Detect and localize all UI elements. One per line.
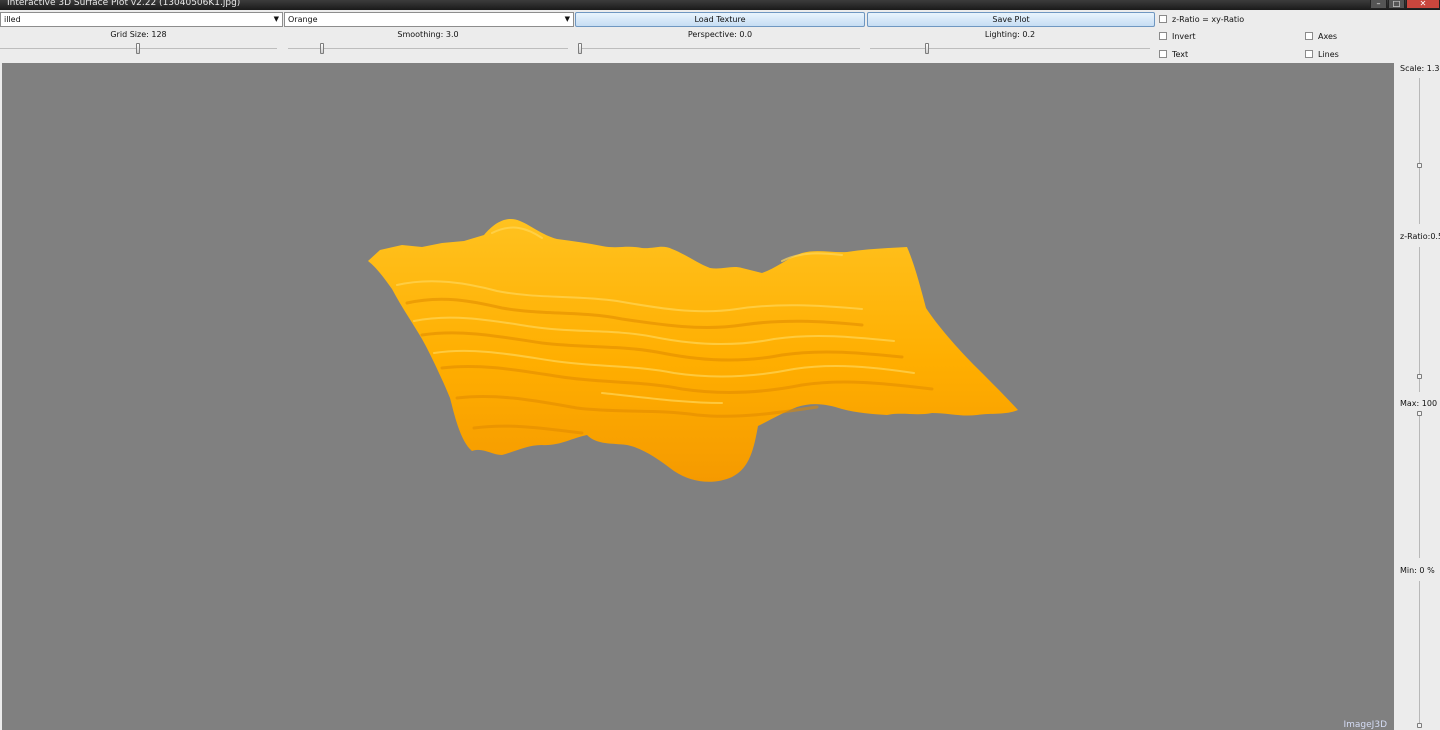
invert-label: Invert — [1172, 31, 1196, 41]
scale-slider-thumb[interactable] — [1417, 163, 1422, 168]
surface-plot[interactable] — [2, 63, 1394, 730]
scale-slider[interactable] — [1419, 78, 1420, 224]
axes-label: Axes — [1318, 31, 1338, 41]
imagej3d-brand: ImageJ3D — [1343, 720, 1388, 730]
checkbox-box[interactable] — [1159, 32, 1167, 40]
smoothing-label: Smoothing: 3.0 — [397, 30, 459, 39]
min-slider-thumb[interactable] — [1417, 723, 1422, 728]
checkbox-box[interactable] — [1159, 50, 1167, 58]
z-ratio-slider-label: z-Ratio:0.55 — [1400, 232, 1440, 241]
chevron-down-icon: ▼ — [564, 15, 570, 23]
window-title: Interactive 3D Surface Plot v2.22 (13040… — [7, 0, 241, 8]
color-select[interactable]: Orange ▼ — [284, 12, 574, 27]
text-label: Text — [1172, 49, 1189, 59]
checkbox-box[interactable] — [1159, 15, 1167, 23]
checkbox-box[interactable] — [1305, 32, 1313, 40]
maximize-icon[interactable]: □ — [1388, 0, 1405, 9]
color-value: Orange — [288, 15, 318, 24]
z-ratio-slider[interactable] — [1419, 247, 1420, 392]
save-plot-button[interactable]: Save Plot — [867, 12, 1155, 27]
display-mode-value: illed — [4, 15, 21, 24]
perspective-slider[interactable] — [580, 48, 860, 49]
min-label: Min: 0 % — [1400, 566, 1435, 575]
plot-viewport[interactable]: ImageJ3D — [2, 63, 1394, 730]
z-ratio-checkbox[interactable]: z-Ratio = xy-Ratio — [1159, 13, 1244, 25]
lighting-slider[interactable] — [870, 48, 1150, 49]
max-label: Max: 100 % — [1400, 399, 1440, 408]
display-mode-select[interactable]: illed ▼ — [0, 12, 283, 27]
checkbox-box[interactable] — [1305, 50, 1313, 58]
grid-size-label: Grid Size: 128 — [110, 30, 167, 39]
close-icon[interactable]: ✕ — [1406, 0, 1440, 9]
toolbar: illed ▼ Orange ▼ Load Texture Save Plot … — [0, 10, 1440, 62]
z-ratio-slider-thumb[interactable] — [1417, 374, 1422, 379]
window-titlebar: Interactive 3D Surface Plot v2.22 (13040… — [0, 0, 1440, 10]
max-slider-thumb[interactable] — [1417, 411, 1422, 416]
smoothing-slider[interactable] — [288, 48, 568, 49]
axes-checkbox[interactable]: Axes — [1305, 30, 1337, 42]
text-checkbox[interactable]: Text — [1159, 48, 1188, 60]
perspective-slider-thumb[interactable] — [578, 43, 582, 54]
invert-checkbox[interactable]: Invert — [1159, 30, 1196, 42]
perspective-label: Perspective: 0.0 — [687, 30, 753, 39]
lighting-slider-thumb[interactable] — [925, 43, 929, 54]
minimize-icon[interactable]: – — [1370, 0, 1387, 9]
max-slider[interactable] — [1419, 413, 1420, 558]
load-texture-button[interactable]: Load Texture — [575, 12, 865, 27]
chevron-down-icon: ▼ — [273, 15, 279, 23]
grid-size-slider-thumb[interactable] — [136, 43, 140, 54]
right-panel: Scale: 1.37 z-Ratio:0.55 Max: 100 % Min:… — [1395, 63, 1440, 730]
z-ratio-label: z-Ratio = xy-Ratio — [1172, 14, 1245, 24]
min-slider[interactable] — [1419, 581, 1420, 726]
window-controls: – □ ✕ — [1369, 0, 1440, 10]
smoothing-slider-thumb[interactable] — [320, 43, 324, 54]
lighting-label: Lighting: 0.2 — [984, 30, 1036, 39]
lines-checkbox[interactable]: Lines — [1305, 48, 1339, 60]
scale-label: Scale: 1.37 — [1400, 64, 1440, 73]
lines-label: Lines — [1318, 49, 1339, 59]
